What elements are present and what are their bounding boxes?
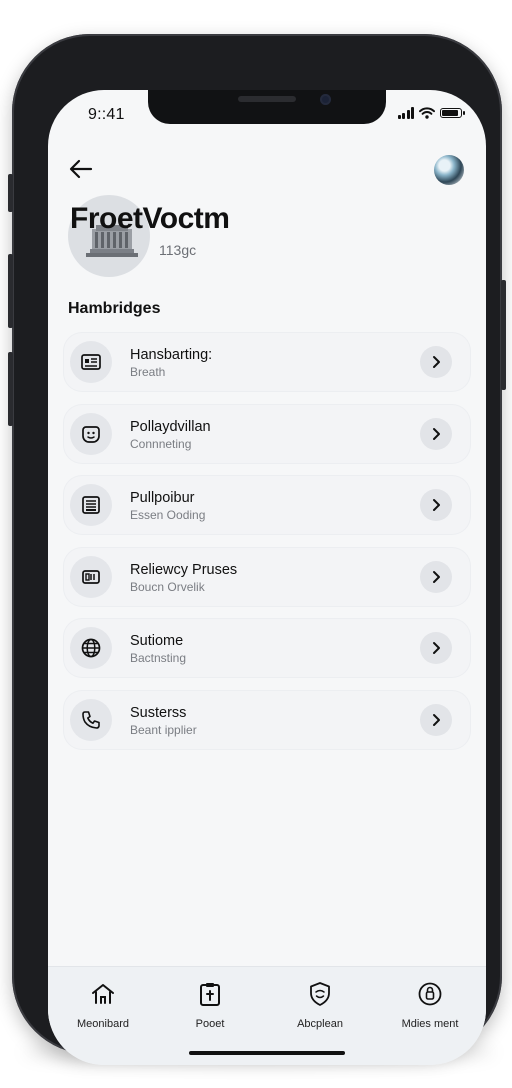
- tab-icon-wrap: [270, 979, 370, 1009]
- side-button-silent: [8, 174, 13, 212]
- status-icons: [397, 107, 465, 119]
- list-item-subtitle: Boucn Orvelik: [130, 579, 205, 594]
- side-button-volume-up: [8, 254, 13, 328]
- wifi-icon: [419, 107, 435, 119]
- list-item-title: Pollaydvillan: [130, 418, 211, 435]
- list-item-subtitle: Breath: [130, 365, 166, 379]
- cellular-signal-icon: [397, 107, 414, 119]
- phone-icon: [82, 710, 100, 729]
- list-item-subtitle: Connneting: [130, 436, 192, 451]
- tab-mdies-ment[interactable]: Mdies ment: [380, 979, 480, 1030]
- row-chevron-button[interactable]: [420, 560, 452, 593]
- row-chevron-button[interactable]: [420, 417, 452, 450]
- globe-icon: [81, 638, 101, 658]
- tab-icon-wrap: [160, 979, 260, 1009]
- tab-abcplean[interactable]: Abcplean: [270, 979, 370, 1030]
- face-badge-icon: [82, 425, 100, 443]
- list-item[interactable]: Reliewcy Pruses Boucn Orvelik: [64, 547, 470, 606]
- tab-label: Pooet: [195, 1018, 225, 1030]
- tab-label: Abcplean: [297, 1018, 343, 1030]
- phone-frame: 9::41 FroetVoctm 113gc Hambridges Hansba…: [8, 34, 506, 1065]
- chevron-right-icon: [433, 642, 440, 654]
- tab-home[interactable]: Meonibard: [53, 979, 153, 1030]
- list-item-title: Sutiome: [130, 633, 184, 649]
- tab-bar: Meonibard Pooet Abcplean Mdies ment: [48, 966, 486, 1065]
- row-chevron-button[interactable]: [420, 489, 452, 521]
- tab-icon-wrap: [380, 979, 480, 1009]
- list-item-title: Reliewcy Pruses: [130, 561, 238, 578]
- list-item-title: Hansbarting:: [130, 347, 213, 363]
- chevron-right-icon: [433, 570, 440, 583]
- tab-label: Mdies ment: [401, 1018, 459, 1030]
- list-item[interactable]: Hansbarting: Breath: [64, 333, 470, 391]
- row-icon-badge: [70, 698, 112, 741]
- chevron-right-icon: [433, 713, 440, 726]
- list-item-subtitle: Essen Ooding: [130, 508, 206, 522]
- card-slot-icon: [82, 569, 100, 584]
- tab-post[interactable]: Pooet: [160, 979, 260, 1030]
- user-avatar[interactable]: [434, 155, 464, 185]
- screen: 9::41 FroetVoctm 113gc Hambridges Hansba…: [48, 90, 486, 1065]
- chevron-right-icon: [433, 499, 440, 511]
- list-item-title: Susterss: [130, 704, 187, 721]
- row-icon-badge: [70, 555, 112, 598]
- settings-list: Hansbarting: Breath Pollaydvillan Connne…: [64, 333, 470, 762]
- list-item-subtitle: Bactnsting: [130, 651, 187, 665]
- chevron-right-icon: [433, 427, 440, 440]
- tab-icon-wrap: [53, 979, 153, 1009]
- status-time: 9::41: [88, 106, 125, 123]
- ledger-icon: [82, 496, 100, 514]
- tab-label: Meonibard: [77, 1018, 129, 1030]
- id-card-icon: [81, 354, 101, 370]
- arrow-left-icon: [69, 159, 93, 179]
- section-title: Hambridges: [68, 300, 161, 317]
- list-item[interactable]: Susterss Beant ipplier: [64, 690, 470, 749]
- list-item[interactable]: Pollaydvillan Connneting: [64, 404, 470, 463]
- notch: [148, 90, 386, 124]
- row-icon-badge: [70, 484, 112, 526]
- profile-subtitle: 113gc: [159, 242, 197, 258]
- row-chevron-button[interactable]: [420, 346, 452, 378]
- shield-icon: [310, 982, 330, 1006]
- row-icon-badge: [70, 412, 112, 455]
- clipboard-icon: [200, 983, 220, 1006]
- row-chevron-button[interactable]: [420, 632, 452, 664]
- list-item-title: Pullpoibur: [130, 490, 195, 506]
- side-button-power: [501, 280, 506, 390]
- lock-circle-icon: [418, 982, 442, 1006]
- row-icon-badge: [70, 341, 112, 383]
- home-indicator[interactable]: [189, 1051, 345, 1055]
- profile-name: FroetVoctm: [70, 202, 230, 235]
- row-icon-badge: [70, 627, 112, 669]
- home-icon: [92, 984, 114, 1004]
- list-item-subtitle: Beant ipplier: [130, 722, 197, 737]
- back-button[interactable]: [66, 154, 96, 184]
- row-chevron-button[interactable]: [420, 703, 452, 736]
- battery-icon: [440, 108, 465, 118]
- front-camera: [320, 94, 331, 105]
- stage: 9::41 FroetVoctm 113gc Hambridges Hansba…: [0, 0, 512, 1088]
- list-item[interactable]: Sutiome Bactnsting: [64, 619, 470, 677]
- chevron-right-icon: [433, 356, 440, 368]
- speaker-grille: [238, 96, 296, 102]
- list-item[interactable]: Pullpoibur Essen Ooding: [64, 476, 470, 534]
- side-button-volume-down: [8, 352, 13, 426]
